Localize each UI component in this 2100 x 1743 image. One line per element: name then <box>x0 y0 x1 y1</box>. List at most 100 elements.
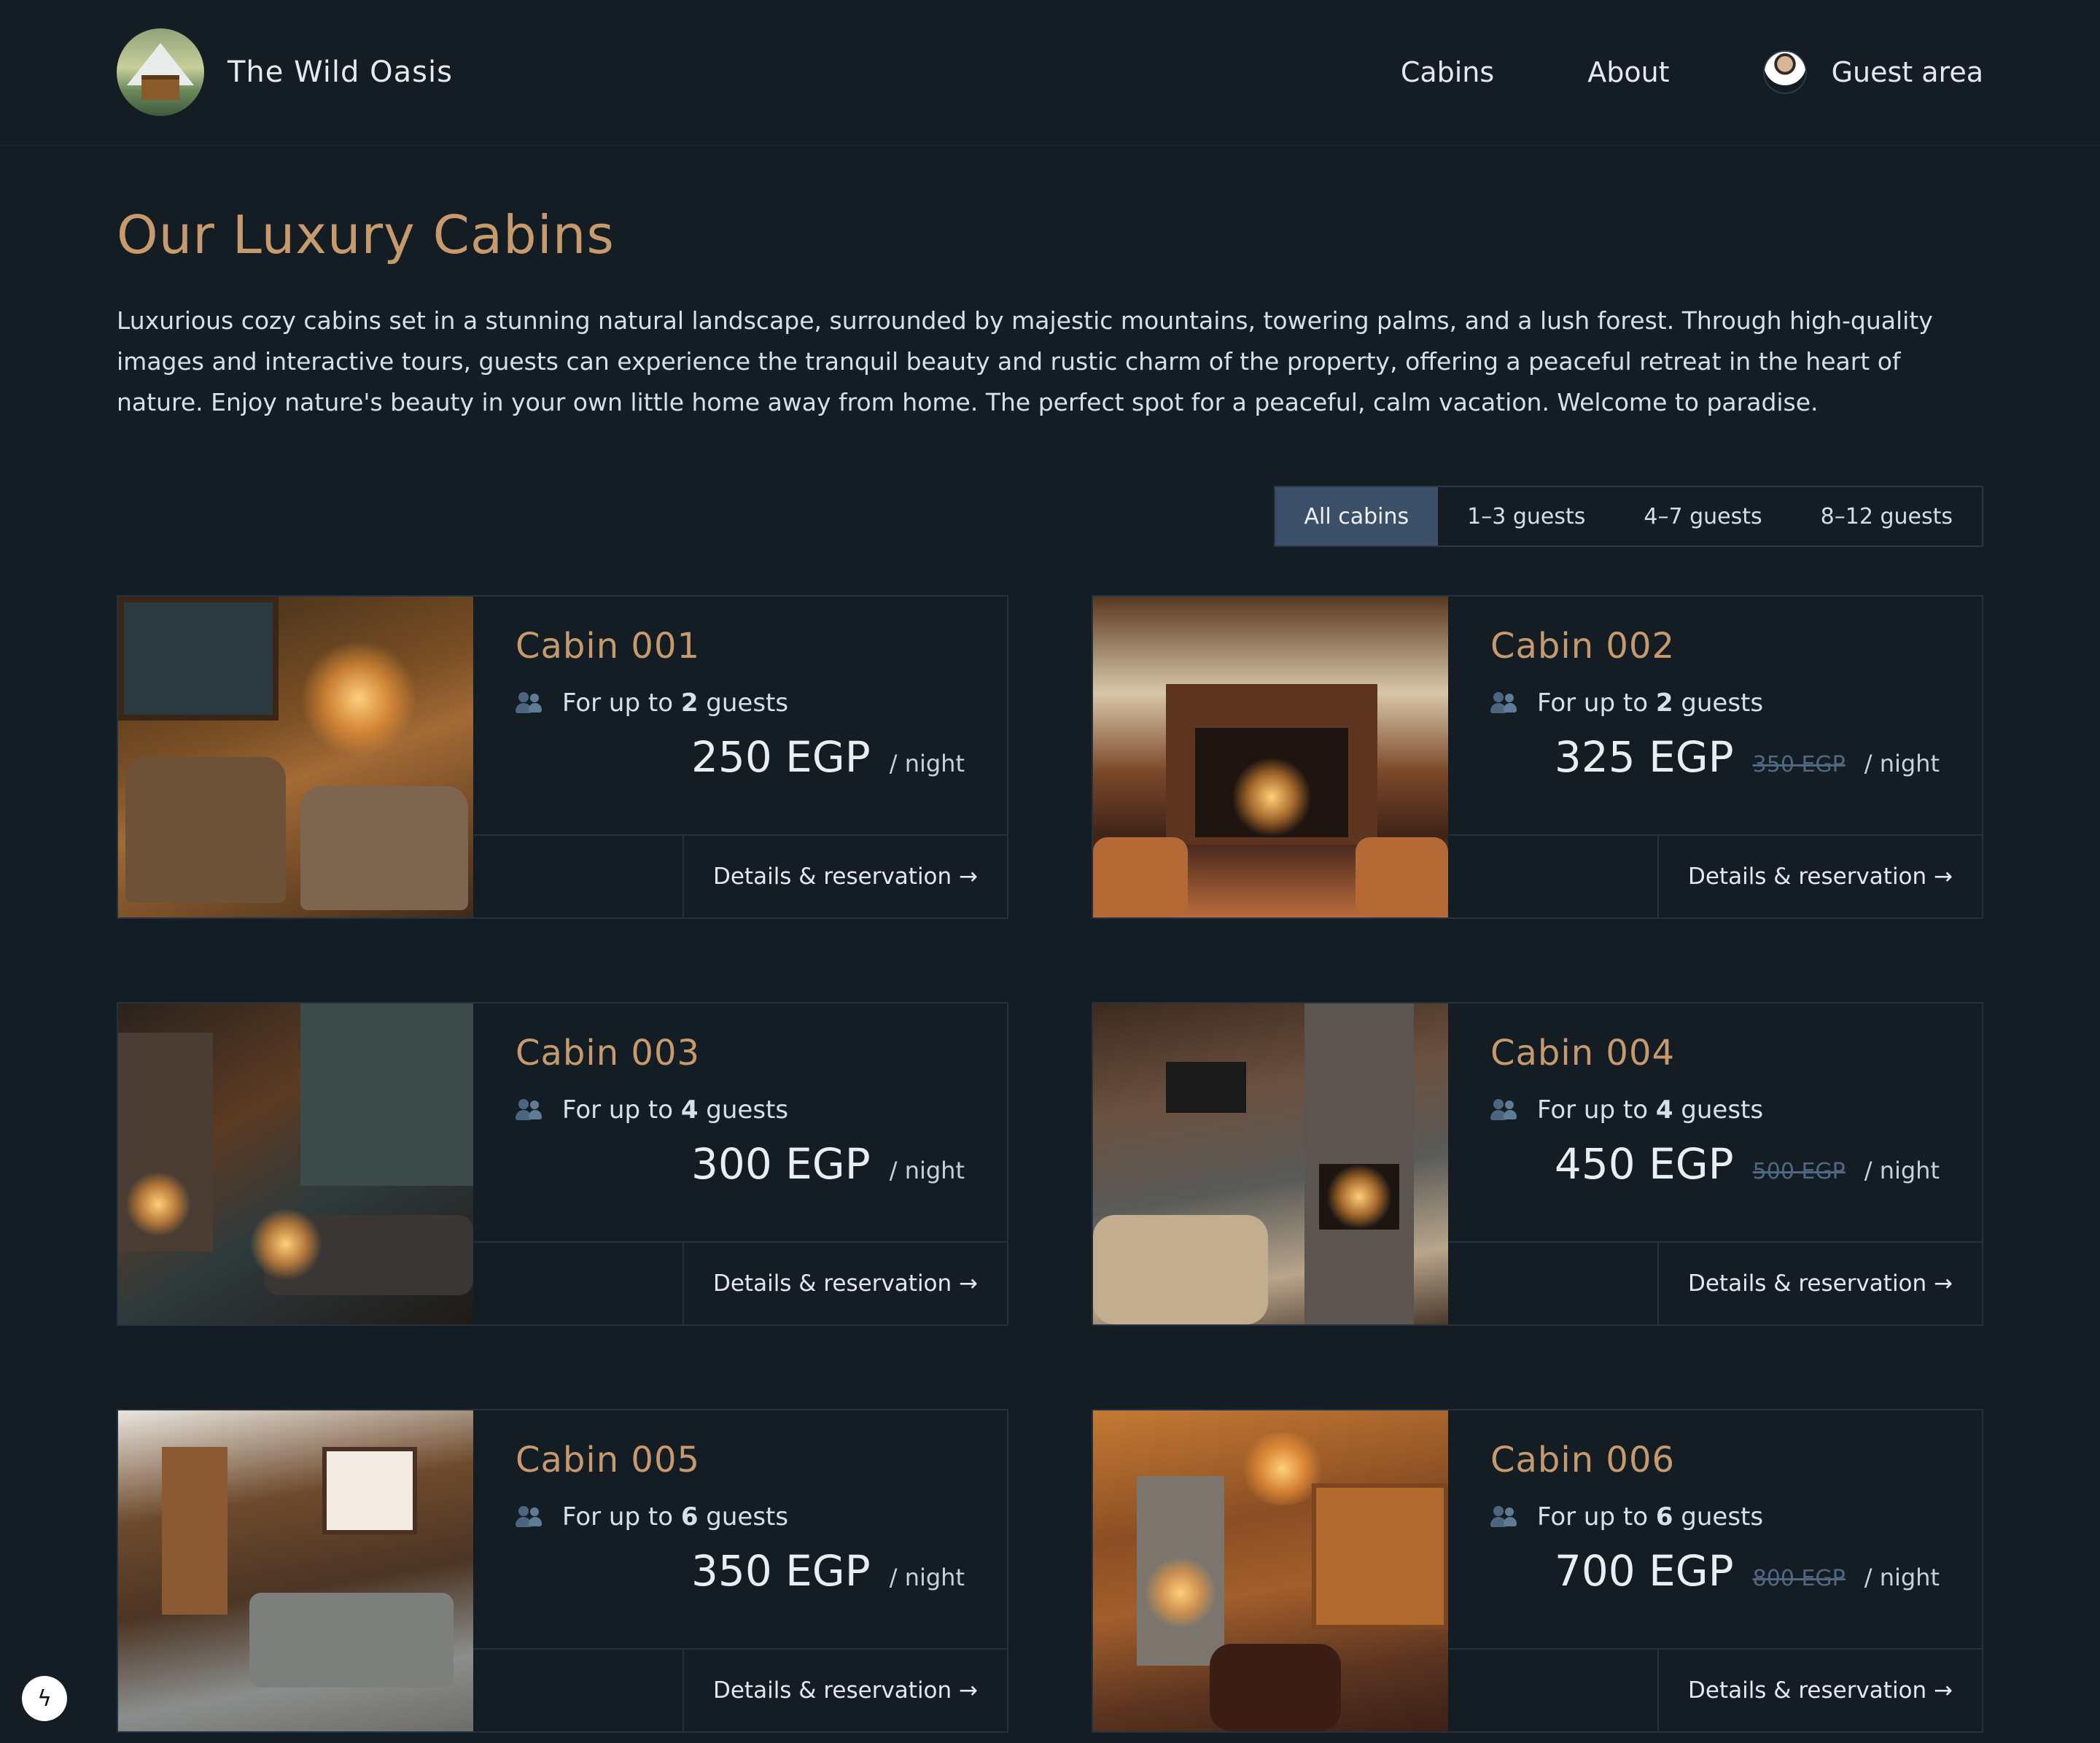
brand-logo-link[interactable]: The Wild Oasis <box>117 28 453 116</box>
cabin-card-body: Cabin 004 For up to 4 guests 450 EGP 500… <box>1448 1004 1982 1324</box>
filter-1-3-guests[interactable]: 1–3 guests <box>1438 487 1614 546</box>
cabin-name: Cabin 001 <box>516 626 701 667</box>
brand-name: The Wild Oasis <box>228 55 453 89</box>
details-reservation-link[interactable]: Details & reservation → <box>1657 1650 1982 1731</box>
cabin-card-body: Cabin 003 For up to 4 guests 300 EGP / n… <box>473 1004 1007 1324</box>
cabin-card-info: Cabin 002 For up to 2 guests 325 EGP 350… <box>1448 597 1982 836</box>
cabin-card-footer: Details & reservation → <box>1448 1650 1982 1731</box>
page-title: Our Luxury Cabins <box>117 204 615 265</box>
cabin-card-body: Cabin 005 For up to 6 guests 350 EGP / n… <box>473 1410 1007 1731</box>
users-icon <box>516 1506 542 1528</box>
cabin-price: 250 EGP / night <box>691 732 965 782</box>
cabin-card-body: Cabin 001 For up to 2 guests 250 EGP / n… <box>473 597 1007 917</box>
nav-about-link[interactable]: About <box>1587 56 1669 88</box>
cabin-list: Cabin 001 For up to 2 guests 250 EGP / n… <box>117 595 1983 1733</box>
capacity-prefix: For up to <box>1537 688 1656 718</box>
users-icon <box>1490 692 1517 714</box>
per-night-label: / night <box>889 1564 965 1591</box>
intro-paragraph: Luxurious cozy cabins set in a stunning … <box>117 306 1933 416</box>
capacity-filter: All cabins 1–3 guests 4–7 guests 8–12 gu… <box>1273 486 1983 547</box>
cabin-name: Cabin 006 <box>1490 1440 1676 1480</box>
capacity-number: 4 <box>680 1095 699 1125</box>
regular-price: 300 EGP <box>691 1139 871 1189</box>
cabin-card-footer: Details & reservation → <box>1448 836 1982 917</box>
discounted-price: 325 EGP <box>1554 732 1734 782</box>
details-reservation-link[interactable]: Details & reservation → <box>1657 836 1982 917</box>
filter-row: All cabins 1–3 guests 4–7 guests 8–12 gu… <box>117 486 1983 547</box>
nav-cabins-link[interactable]: Cabins <box>1401 56 1494 88</box>
regular-price: 250 EGP <box>691 732 871 782</box>
cabin-card: Cabin 001 For up to 2 guests 250 EGP / n… <box>117 595 1008 919</box>
cabin-price: 700 EGP 800 EGP / night <box>1555 1546 1940 1596</box>
cabin-capacity: For up to 4 guests <box>516 1095 965 1125</box>
cabin-name: Cabin 004 <box>1490 1033 1676 1074</box>
per-night-label: / night <box>1864 1564 1940 1591</box>
capacity-number: 6 <box>680 1502 699 1532</box>
users-icon <box>1490 1099 1517 1121</box>
capacity-text: For up to 6 guests <box>1537 1502 1763 1532</box>
capacity-number: 2 <box>680 688 699 718</box>
lightning-icon[interactable]: ϟ <box>22 1676 67 1721</box>
details-reservation-link[interactable]: Details & reservation → <box>682 836 1007 917</box>
capacity-text: For up to 2 guests <box>562 688 788 718</box>
cabin-card-footer: Details & reservation → <box>473 1243 1007 1324</box>
cabin-capacity: For up to 6 guests <box>516 1502 965 1532</box>
site-header: The Wild Oasis Cabins About Guest area <box>0 0 2100 146</box>
discounted-price: 700 EGP <box>1554 1546 1734 1596</box>
capacity-suffix: guests <box>1673 1502 1764 1532</box>
cabin-photo <box>1093 1410 1448 1731</box>
capacity-number: 2 <box>1655 688 1673 718</box>
cabin-card-body: Cabin 006 For up to 6 guests 700 EGP 800… <box>1448 1410 1982 1731</box>
per-night-label: / night <box>1864 1157 1940 1184</box>
capacity-text: For up to 6 guests <box>562 1502 788 1532</box>
cabin-photo <box>118 597 473 917</box>
capacity-text: For up to 2 guests <box>1537 688 1763 718</box>
cabin-name: Cabin 005 <box>516 1440 701 1480</box>
filter-all-cabins[interactable]: All cabins <box>1275 487 1439 546</box>
cabin-card: Cabin 003 For up to 4 guests 300 EGP / n… <box>117 1002 1008 1326</box>
cabin-name: Cabin 002 <box>1490 626 1676 667</box>
cabin-photo <box>1093 1004 1448 1324</box>
cabin-card-info: Cabin 005 For up to 6 guests 350 EGP / n… <box>473 1410 1007 1650</box>
cabin-card-footer: Details & reservation → <box>1448 1243 1982 1324</box>
capacity-text: For up to 4 guests <box>1537 1095 1763 1125</box>
cabin-price: 350 EGP / night <box>691 1546 965 1596</box>
cabin-card-footer: Details & reservation → <box>473 1650 1007 1731</box>
cabin-photo <box>118 1004 473 1324</box>
cabin-card: Cabin 006 For up to 6 guests 700 EGP 800… <box>1092 1409 1983 1733</box>
capacity-suffix: guests <box>1673 688 1764 718</box>
details-reservation-link[interactable]: Details & reservation → <box>1657 1243 1982 1324</box>
users-icon <box>1490 1506 1517 1528</box>
cabin-price: 300 EGP / night <box>691 1139 965 1189</box>
details-reservation-link[interactable]: Details & reservation → <box>682 1650 1007 1731</box>
cabin-card: Cabin 005 For up to 6 guests 350 EGP / n… <box>117 1409 1008 1733</box>
capacity-number: 6 <box>1655 1502 1673 1532</box>
cabin-mountain-logo-icon <box>117 28 204 116</box>
capacity-text: For up to 4 guests <box>562 1095 788 1125</box>
cabin-capacity: For up to 2 guests <box>1490 688 1940 718</box>
per-night-label: / night <box>889 1157 965 1184</box>
filter-4-7-guests[interactable]: 4–7 guests <box>1614 487 1791 546</box>
nav-guest-area-link[interactable]: Guest area <box>1762 50 1983 94</box>
cabin-card-info: Cabin 006 For up to 6 guests 700 EGP 800… <box>1448 1410 1982 1650</box>
filter-8-12-guests[interactable]: 8–12 guests <box>1792 487 1982 546</box>
capacity-prefix: For up to <box>562 688 681 718</box>
details-reservation-link[interactable]: Details & reservation → <box>682 1243 1007 1324</box>
cabin-capacity: For up to 6 guests <box>1490 1502 1940 1532</box>
discounted-price: 450 EGP <box>1554 1139 1734 1189</box>
capacity-prefix: For up to <box>1537 1095 1656 1125</box>
cabin-price: 325 EGP 350 EGP / night <box>1555 732 1940 782</box>
cabin-card: Cabin 002 For up to 2 guests 325 EGP 350… <box>1092 595 1983 919</box>
original-price: 350 EGP <box>1752 752 1846 777</box>
main-content: Our Luxury Cabins Luxurious cozy cabins … <box>0 146 2100 1733</box>
per-night-label: / night <box>889 750 965 777</box>
capacity-suffix: guests <box>1673 1095 1764 1125</box>
cabin-photo <box>118 1410 473 1731</box>
users-icon <box>516 692 542 714</box>
capacity-number: 4 <box>1655 1095 1673 1125</box>
cabin-name: Cabin 003 <box>516 1033 701 1074</box>
cabin-card-info: Cabin 001 For up to 2 guests 250 EGP / n… <box>473 597 1007 836</box>
capacity-suffix: guests <box>698 1502 789 1532</box>
original-price: 800 EGP <box>1752 1566 1846 1591</box>
guest-avatar <box>1762 50 1807 94</box>
